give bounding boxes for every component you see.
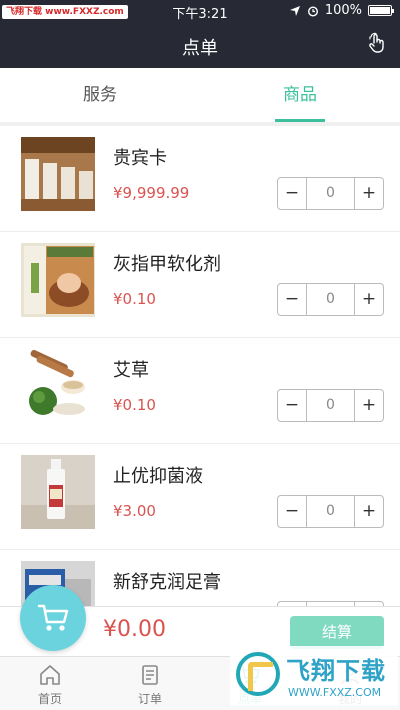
nav-home[interactable]: 首页: [0, 657, 100, 710]
nav-orders-label: 订单: [137, 692, 162, 706]
alarm-icon: [307, 5, 318, 17]
product-name: 止优抑菌液: [113, 466, 203, 487]
quantity-input[interactable]: [307, 496, 354, 527]
order-list-icon: [142, 665, 158, 685]
quantity-stepper: − +: [277, 495, 384, 528]
nav-home-label: 首页: [37, 692, 62, 706]
increase-button[interactable]: +: [354, 390, 383, 421]
decrease-button[interactable]: −: [278, 496, 307, 527]
product-image: [21, 455, 95, 529]
quantity-input[interactable]: [307, 284, 354, 315]
category-tabs: 服务 商品: [0, 68, 400, 122]
decrease-button[interactable]: −: [278, 284, 307, 315]
status-bar: 飞翔下载 www.FXXZ.com 下午3:21 100%: [0, 0, 400, 22]
list-item[interactable]: 艾草 ¥0.10 − +: [0, 338, 400, 444]
product-price: ¥3.00: [113, 502, 156, 520]
watermark-emblem: [236, 652, 280, 696]
increase-button[interactable]: +: [354, 496, 383, 527]
cart-icon: [37, 604, 69, 631]
list-item[interactable]: 灰指甲软化剂 ¥0.10 − +: [0, 232, 400, 338]
battery-icon: [368, 5, 394, 16]
battery-percent: 100%: [324, 3, 362, 18]
product-name: 贵宾卡: [113, 148, 167, 169]
location-icon: [289, 5, 300, 16]
product-name: 艾草: [113, 360, 149, 381]
list-item[interactable]: 贵宾卡 ¥9,999.99 − +: [0, 126, 400, 232]
watermark-sub-text: WWW.FXXZ.COM: [288, 686, 382, 699]
product-price: ¥0.10: [113, 290, 156, 308]
product-name: 灰指甲软化剂: [113, 254, 221, 275]
tab-services[interactable]: 服务: [0, 68, 200, 122]
increase-button[interactable]: +: [354, 284, 383, 315]
nav-orders[interactable]: 订单: [100, 657, 200, 710]
product-image: [21, 137, 95, 211]
watermark-logo: 飞翔下载 WWW.FXXZ.COM: [230, 646, 398, 706]
watermark-main-text: 飞翔下载: [286, 657, 386, 685]
quantity-input[interactable]: [307, 178, 354, 209]
checkout-button[interactable]: 结算: [290, 616, 384, 649]
product-price: ¥0.10: [113, 396, 156, 414]
increase-button[interactable]: +: [354, 178, 383, 209]
quantity-stepper: − +: [277, 389, 384, 422]
quantity-stepper: − +: [277, 283, 384, 316]
list-item[interactable]: 止优抑菌液 ¥3.00 − +: [0, 444, 400, 550]
decrease-button[interactable]: −: [278, 390, 307, 421]
page-title: 点单: [182, 38, 218, 59]
hand-pointer-icon[interactable]: [366, 32, 388, 54]
product-image: [21, 243, 95, 317]
product-price: ¥9,999.99: [113, 184, 190, 202]
top-header: 飞翔下载 www.FXXZ.com 下午3:21 100% 点单: [0, 0, 400, 68]
home-icon: [40, 665, 60, 685]
quantity-stepper: − +: [277, 177, 384, 210]
quantity-input[interactable]: [307, 390, 354, 421]
tab-products[interactable]: 商品: [200, 68, 400, 122]
cart-total: ¥0.00: [103, 617, 166, 642]
status-indicators: 100%: [289, 3, 394, 18]
product-name: 新舒克润足膏: [113, 572, 221, 593]
cart-button[interactable]: [20, 585, 86, 651]
product-image: [21, 349, 95, 423]
decrease-button[interactable]: −: [278, 178, 307, 209]
product-list[interactable]: 贵宾卡 ¥9,999.99 − + 灰指甲软化剂 ¥0.10 − +: [0, 126, 400, 606]
